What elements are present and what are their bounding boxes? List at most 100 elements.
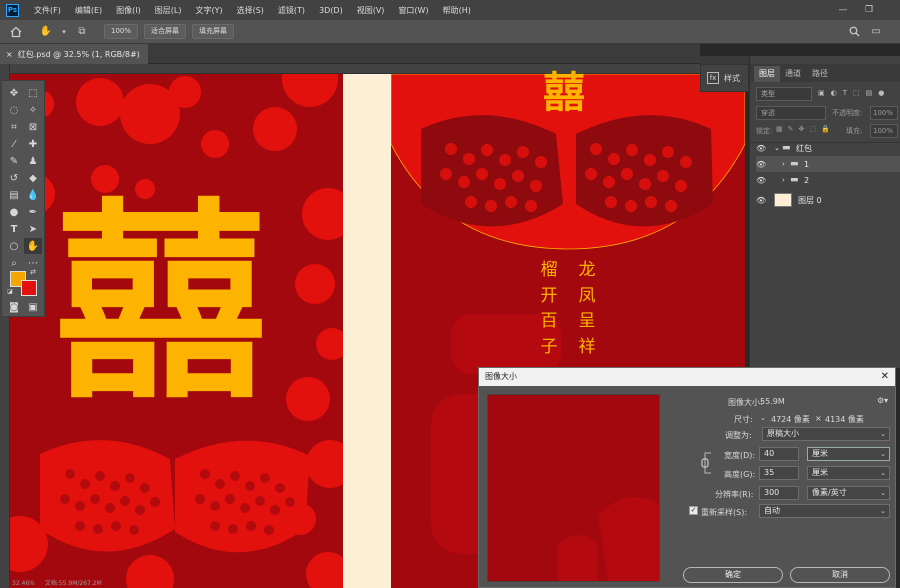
height-input[interactable]: 35 (759, 466, 799, 480)
crop-tool-icon[interactable]: ⌗ (5, 119, 23, 135)
constrain-proportions-link[interactable] (701, 450, 713, 476)
layer-name: 红包 (796, 143, 812, 153)
filter-type-icon[interactable]: T (843, 89, 847, 99)
ellipse-tool-icon[interactable]: ○ (5, 238, 23, 254)
fill-input[interactable]: 100% (870, 124, 898, 138)
lock-all-icon[interactable]: 🔒 (821, 125, 830, 133)
magic-wand-icon[interactable]: ✧ (24, 102, 42, 118)
chevron-down-icon[interactable]: ⌄ (774, 144, 782, 152)
marquee-tool-icon[interactable]: ⬚ (24, 85, 42, 101)
layer-row-group-hongbao[interactable]: 👁 ⌄ ▬ 红包 (756, 140, 900, 156)
move-tool-icon[interactable]: ✥ (5, 85, 23, 101)
clone-stamp-icon[interactable]: ♟ (24, 153, 42, 169)
width-unit-select[interactable]: 厘米 ⌄ (807, 447, 890, 461)
zoom-tool-icon[interactable]: ⌕ (5, 255, 23, 271)
history-brush-icon[interactable]: ↺ (5, 170, 23, 186)
filter-toggle-icon[interactable]: ● (878, 89, 884, 99)
gear-icon[interactable]: ⚙▾ (877, 396, 888, 405)
width-input[interactable]: 40 (759, 447, 799, 461)
minimize-icon[interactable]: — (830, 0, 856, 20)
eye-icon[interactable]: 👁 (756, 144, 766, 153)
pen-tool-icon[interactable]: ✒ (24, 204, 42, 220)
chevron-down-icon[interactable]: ▾ (60, 24, 68, 40)
healing-brush-icon[interactable]: ✚ (24, 136, 42, 152)
restore-icon[interactable]: ❐ (856, 0, 882, 20)
scroll-all-windows-icon[interactable]: ⧉ (74, 24, 90, 40)
lock-icons: ▦ ✎ ✥ ⬚ 🔒 (776, 125, 830, 133)
filter-smart-icon[interactable]: ▤ (866, 89, 873, 99)
resample-select[interactable]: 自动 ⌄ (759, 504, 890, 518)
frame-tool-icon[interactable]: ⊠ (24, 119, 42, 135)
menu-select[interactable]: 选择(S) (230, 5, 271, 16)
layer-kind-filter[interactable]: 类型 (756, 87, 812, 101)
image-preview[interactable] (487, 394, 660, 582)
hand-tool-icon[interactable]: ✋ (24, 238, 42, 254)
quick-mask-icon[interactable]: ◙ (5, 299, 23, 315)
menu-file[interactable]: 文件(F) (27, 5, 68, 16)
menu-3d[interactable]: 3D(D) (312, 6, 350, 15)
home-icon[interactable] (8, 24, 24, 40)
eyedropper-icon[interactable]: ⁄ (5, 136, 23, 152)
blend-mode-select[interactable]: 穿透 (756, 106, 826, 120)
brush-tool-icon[interactable]: ✎ (5, 153, 23, 169)
chevron-down-icon[interactable]: ⌄ (760, 414, 766, 422)
fill-screen-button[interactable]: 填充屏幕 (192, 24, 235, 39)
resolution-unit-select[interactable]: 像素/英寸 ⌄ (807, 486, 890, 500)
ok-button[interactable]: 确定 (683, 567, 783, 583)
dimensions-label: 尺寸: (734, 415, 753, 424)
height-unit-select[interactable]: 厘米 ⌄ (807, 466, 890, 480)
filter-shape-icon[interactable]: ⬚ (853, 89, 860, 99)
close-icon[interactable]: ✕ (881, 368, 889, 386)
search-icon[interactable] (846, 24, 862, 40)
tab-paths[interactable]: 路径 (807, 66, 833, 82)
lock-artboard-icon[interactable]: ⬚ (809, 125, 816, 133)
menu-layer[interactable]: 图层(L) (148, 5, 189, 16)
layer-row-group-2[interactable]: 👁 › ▬ 2 (756, 172, 900, 188)
menu-help[interactable]: 帮助(H) (436, 5, 478, 16)
default-colors-icon[interactable]: ◪ (5, 286, 15, 296)
opacity-input[interactable]: 100% (870, 106, 898, 120)
menu-type[interactable]: 文字(Y) (188, 5, 229, 16)
path-select-icon[interactable]: ➤ (24, 221, 42, 237)
filter-adjust-icon[interactable]: ◐ (831, 89, 837, 99)
eye-icon[interactable]: 👁 (756, 196, 766, 205)
hand-tool-icon[interactable]: ✋ (38, 24, 54, 40)
fit-to-select[interactable]: 原稿大小 ⌄ (762, 427, 890, 441)
chevron-right-icon[interactable]: › (782, 176, 790, 184)
eye-icon[interactable]: 👁 (756, 160, 766, 169)
lasso-tool-icon[interactable]: ◌ (5, 102, 23, 118)
filter-pixel-icon[interactable]: ▣ (818, 89, 825, 99)
menu-window[interactable]: 窗口(W) (391, 5, 435, 16)
cancel-button[interactable]: 取消 (790, 567, 890, 583)
layer-row-group-1[interactable]: 👁 › ▬ 1 (756, 156, 900, 172)
eye-icon[interactable]: 👁 (756, 176, 766, 185)
background-color-swatch[interactable] (21, 280, 37, 296)
gradient-tool-icon[interactable]: ▤ (5, 187, 23, 203)
lock-position-icon[interactable]: ✥ (799, 125, 805, 133)
lock-pixels-icon[interactable]: ▦ (776, 125, 783, 133)
chevron-right-icon[interactable]: › (782, 160, 790, 168)
layer-row-layer-0[interactable]: 👁 图层 0 (756, 190, 900, 210)
document-tab-title: 红包.psd @ 32.5% (1, RGB/8#) (17, 49, 140, 59)
screen-mode-icon[interactable]: ▣ (24, 299, 42, 315)
fit-screen-button[interactable]: 适合屏幕 (144, 24, 187, 39)
close-icon[interactable]: × (6, 50, 13, 59)
swap-colors-icon[interactable]: ⇄ (28, 267, 38, 277)
resample-checkbox[interactable]: ✓ (689, 506, 698, 515)
resolution-input[interactable]: 300 (759, 486, 799, 500)
menu-image[interactable]: 图像(I) (109, 5, 148, 16)
blur-tool-icon[interactable]: 💧 (24, 187, 42, 203)
menu-view[interactable]: 视图(V) (350, 5, 392, 16)
workspace-icon[interactable]: ▭ (868, 24, 884, 40)
lock-paint-icon[interactable]: ✎ (788, 125, 794, 133)
menu-filter[interactable]: 滤镜(T) (271, 5, 312, 16)
type-tool-icon[interactable]: T (5, 221, 23, 237)
tab-channels[interactable]: 通道 (780, 66, 806, 82)
document-tab[interactable]: × 红包.psd @ 32.5% (1, RGB/8#) (0, 44, 148, 64)
tab-layers[interactable]: 图层 (754, 66, 780, 82)
dodge-tool-icon[interactable]: ● (5, 204, 23, 220)
zoom-100-button[interactable]: 100% (104, 24, 139, 39)
menu-edit[interactable]: 编辑(E) (68, 5, 109, 16)
eraser-icon[interactable]: ◆ (24, 170, 42, 186)
styles-panel-tab[interactable]: fx 样式 (700, 64, 749, 92)
